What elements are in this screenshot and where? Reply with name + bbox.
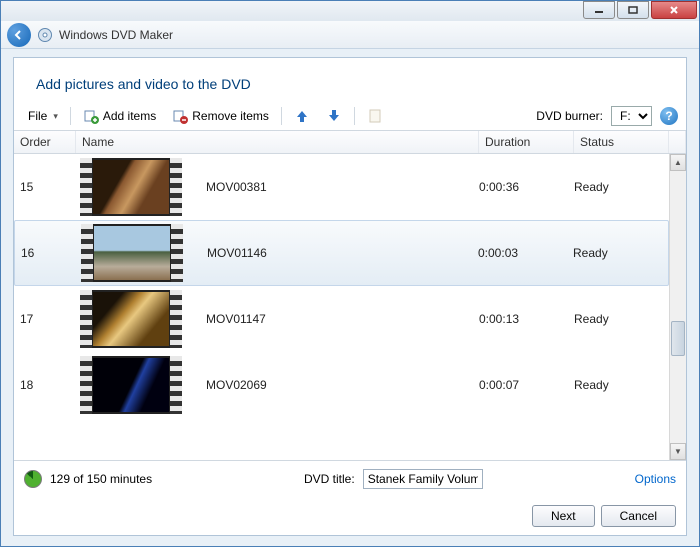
list-body: 15MOV003810:00:36Ready16MOV011460:00:03R…	[14, 154, 686, 460]
dvd-title-label: DVD title:	[304, 472, 355, 486]
table-row[interactable]: 17 MOV01147 0:00:13Ready	[14, 286, 669, 352]
cell-name: MOV01146	[77, 224, 478, 282]
burner-select[interactable]: F:	[611, 106, 652, 126]
move-down-button[interactable]	[320, 106, 348, 126]
scroll-thumb[interactable]	[671, 321, 685, 356]
file-name: MOV01146	[207, 246, 267, 260]
video-thumbnail	[80, 356, 182, 414]
file-menu[interactable]: File	[22, 107, 64, 125]
video-thumbnail	[80, 158, 182, 216]
back-button[interactable]	[7, 23, 31, 47]
minutes-used: 129 of 150 minutes	[50, 472, 152, 486]
navbar: Windows DVD Maker	[1, 21, 699, 49]
cell-name: MOV02069	[76, 356, 479, 414]
options-link[interactable]: Options	[635, 472, 676, 486]
next-button[interactable]: Next	[532, 505, 595, 527]
maximize-button[interactable]	[617, 1, 649, 19]
content-panel: Add pictures and video to the DVD File A…	[13, 57, 687, 536]
list-header: Order Name Duration Status	[14, 131, 686, 154]
separator	[70, 107, 71, 125]
cell-order: 16	[15, 246, 77, 260]
cell-name: MOV01147	[76, 290, 479, 348]
help-button[interactable]: ?	[660, 107, 678, 125]
minimize-button[interactable]	[583, 1, 615, 19]
remove-items-button[interactable]: Remove items	[166, 106, 275, 126]
cell-status: Ready	[574, 378, 669, 392]
table-row[interactable]: 18 MOV02069 0:00:07Ready	[14, 352, 669, 418]
page-title: Add pictures and video to the DVD	[14, 58, 686, 102]
file-name: MOV00381	[206, 180, 267, 194]
cell-order: 17	[14, 312, 76, 326]
close-button[interactable]	[651, 1, 697, 19]
cell-status: Ready	[574, 312, 669, 326]
file-menu-label: File	[28, 109, 47, 123]
vertical-scrollbar[interactable]: ▲ ▼	[669, 154, 686, 460]
app-icon	[37, 27, 53, 43]
file-name: MOV02069	[206, 378, 267, 392]
video-thumbnail	[80, 290, 182, 348]
cell-status: Ready	[574, 180, 669, 194]
table-row[interactable]: 16 MOV01146 0:00:03Ready	[14, 220, 669, 286]
arrow-down-icon	[326, 108, 342, 124]
column-name[interactable]: Name	[76, 131, 479, 153]
scroll-track[interactable]	[670, 171, 686, 443]
video-thumbnail	[81, 224, 183, 282]
column-order[interactable]: Order	[14, 131, 76, 153]
properties-button[interactable]	[361, 106, 389, 126]
add-items-label: Add items	[103, 109, 156, 123]
toolbar: File Add items Remove items	[14, 102, 686, 131]
properties-icon	[367, 108, 383, 124]
column-spacer	[669, 131, 686, 153]
separator	[281, 107, 282, 125]
cell-status: Ready	[573, 246, 668, 260]
arrow-up-icon	[294, 108, 310, 124]
cell-duration: 0:00:07	[479, 378, 574, 392]
add-items-button[interactable]: Add items	[77, 106, 162, 126]
column-status[interactable]: Status	[574, 131, 669, 153]
remove-items-label: Remove items	[192, 109, 269, 123]
dvd-title-input[interactable]	[363, 469, 483, 489]
titlebar	[1, 1, 699, 21]
cell-duration: 0:00:36	[479, 180, 574, 194]
cell-duration: 0:00:13	[479, 312, 574, 326]
move-up-button[interactable]	[288, 106, 316, 126]
table-row[interactable]: 15 MOV00381 0:00:36Ready	[14, 154, 669, 220]
disc-usage-icon	[24, 470, 42, 488]
separator	[354, 107, 355, 125]
add-icon	[83, 108, 99, 124]
statusbar: 129 of 150 minutes DVD title: Options	[14, 460, 686, 497]
button-bar: Next Cancel	[14, 497, 686, 535]
scroll-down-button[interactable]: ▼	[670, 443, 686, 460]
window-frame: Windows DVD Maker Add pictures and video…	[0, 0, 700, 547]
scroll-up-button[interactable]: ▲	[670, 154, 686, 171]
remove-icon	[172, 108, 188, 124]
cell-duration: 0:00:03	[478, 246, 573, 260]
burner-label: DVD burner:	[536, 109, 607, 123]
file-name: MOV01147	[206, 312, 266, 326]
column-duration[interactable]: Duration	[479, 131, 574, 153]
cell-name: MOV00381	[76, 158, 479, 216]
cell-order: 15	[14, 180, 76, 194]
cancel-button[interactable]: Cancel	[601, 505, 676, 527]
app-title: Windows DVD Maker	[59, 28, 173, 42]
cell-order: 18	[14, 378, 76, 392]
help-icon: ?	[665, 109, 672, 123]
